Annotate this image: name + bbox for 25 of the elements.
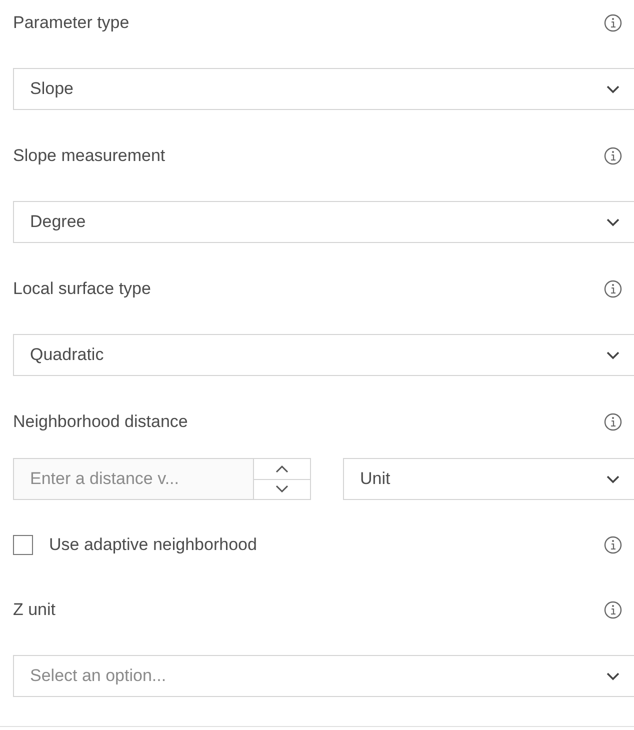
info-icon[interactable] <box>604 14 622 32</box>
dropdown-select[interactable]: Degree <box>13 201 634 243</box>
chevron-down-icon[interactable] <box>275 485 289 494</box>
chevron-down-icon <box>606 350 620 360</box>
chevron-down-icon <box>606 218 620 226</box>
field-label: Use adaptive neighborhood <box>49 534 258 556</box>
chevron-down-icon <box>606 84 620 94</box>
dropdown-select[interactable]: Unit <box>343 458 634 500</box>
chevron-up-icon[interactable] <box>275 464 289 473</box>
dropdown-select[interactable]: Quadratic <box>13 334 634 376</box>
field-label: Local surface type <box>13 278 152 300</box>
dropdown-select[interactable]: Slope <box>13 68 634 110</box>
field-label: Neighborhood distance <box>13 410 189 433</box>
number-input-field[interactable]: Enter a distance v... <box>13 458 253 500</box>
field-label: Parameter type <box>13 12 130 34</box>
field-label: Slope measurement <box>13 144 166 167</box>
chevron-down-icon <box>606 672 620 680</box>
field-label: Z unit <box>13 598 57 621</box>
info-icon[interactable] <box>604 146 622 164</box>
info-icon[interactable] <box>604 536 622 554</box>
info-icon[interactable] <box>604 600 622 618</box>
checkbox[interactable] <box>13 534 33 554</box>
chevron-down-icon <box>606 474 620 484</box>
info-icon[interactable] <box>604 280 622 298</box>
info-icon[interactable] <box>604 412 622 430</box>
